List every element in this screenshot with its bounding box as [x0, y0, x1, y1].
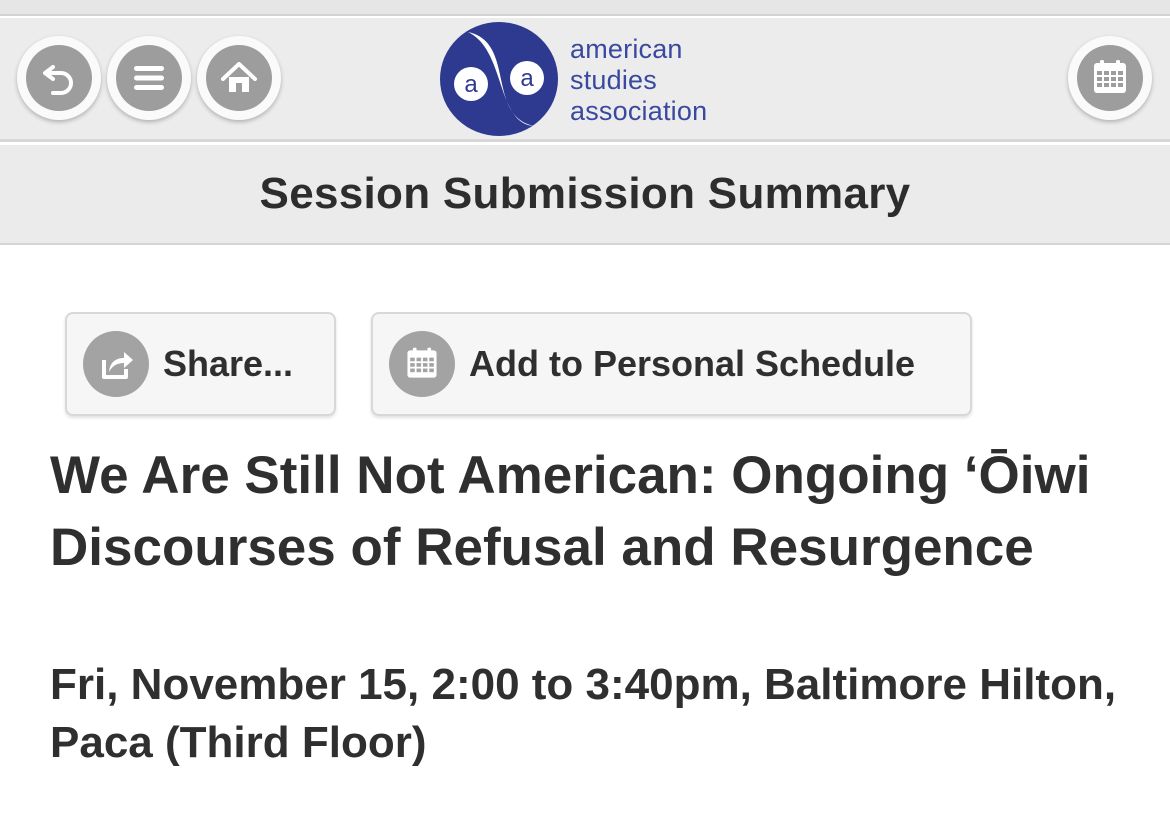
- home-icon: [221, 62, 257, 92]
- add-to-schedule-button[interactable]: Add to Personal Schedule: [371, 312, 972, 416]
- calendar-icon: [1094, 60, 1126, 93]
- calendar-button[interactable]: [1068, 36, 1152, 120]
- asa-logo: a a american studies association: [438, 18, 758, 142]
- svg-text:a: a: [520, 65, 534, 92]
- session-title: We Are Still Not American: Ongoing ‘Ōiwi…: [50, 446, 1091, 577]
- share-label: Share...: [163, 343, 294, 384]
- logo-wordmark: american studies association: [570, 34, 707, 127]
- hamburger-menu-icon: [134, 66, 164, 90]
- logo-line-3: association: [570, 96, 708, 126]
- add-to-schedule-label: Add to Personal Schedule: [469, 343, 916, 384]
- top-strip: [0, 0, 1170, 16]
- back-arrow-icon: [43, 65, 73, 95]
- page-title-bar: Session Submission Summary: [0, 145, 1170, 245]
- svg-text:a: a: [464, 71, 478, 98]
- share-icon: [83, 331, 149, 397]
- home-button[interactable]: [197, 36, 281, 120]
- page-title: Session Submission Summary: [259, 169, 911, 218]
- asa-logo-mark: a a: [440, 22, 558, 136]
- app-header: a a american studies association: [0, 18, 1170, 142]
- menu-button[interactable]: [107, 36, 191, 120]
- back-button[interactable]: [17, 36, 101, 120]
- logo-line-2: studies: [570, 65, 657, 95]
- share-button[interactable]: Share...: [65, 312, 336, 416]
- logo-line-1: american: [570, 34, 683, 64]
- calendar-icon: [389, 331, 455, 397]
- session-datetime-location: Fri, November 15, 2:00 to 3:40pm, Baltim…: [50, 660, 1117, 767]
